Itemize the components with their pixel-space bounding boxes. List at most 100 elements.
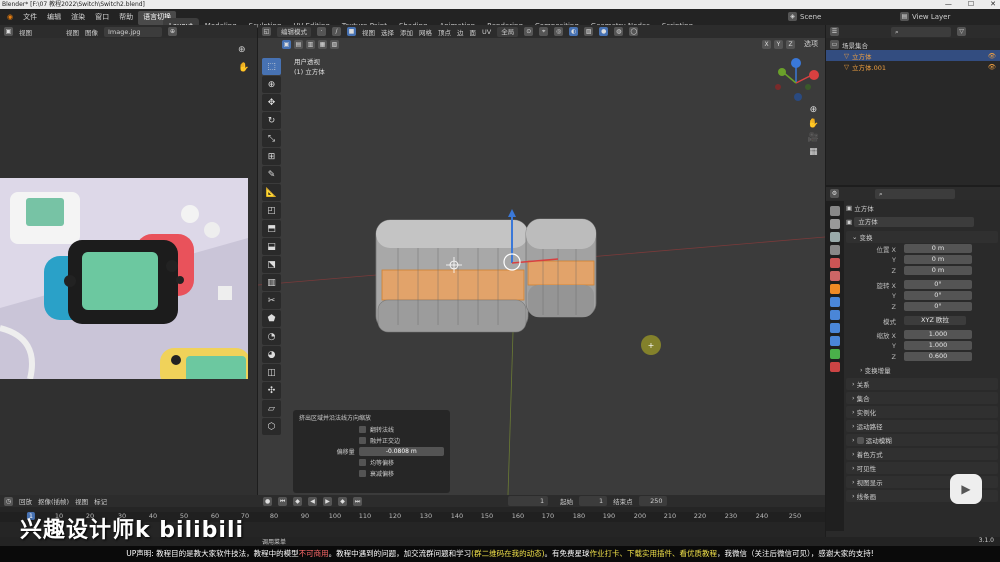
start-frame-field[interactable]: 1 <box>579 496 608 506</box>
rotation-mode-dropdown[interactable]: XYZ 欧拉 <box>904 316 966 325</box>
motion-paths-panel-header[interactable]: › 运动路径 <box>846 420 998 432</box>
scale-y-field[interactable]: 1.000 <box>904 341 972 350</box>
scene-tab-icon[interactable] <box>830 258 840 268</box>
physics-tab-icon[interactable] <box>830 323 840 333</box>
extend-selection-icon[interactable]: ▤ <box>294 39 303 49</box>
transform-panel-header[interactable]: ⌄ 变换 <box>846 231 998 243</box>
add-cube-tool-icon[interactable]: ◰ <box>262 202 281 219</box>
mirror-y-button[interactable]: Y <box>774 39 783 49</box>
location-z-field[interactable]: 0 m <box>904 266 972 275</box>
editor-type-icon[interactable]: ◷ <box>4 496 13 506</box>
rip-tool-icon[interactable]: ⬡ <box>262 418 281 435</box>
dissolve-checkbox[interactable] <box>359 437 366 444</box>
collections-panel-header[interactable]: › 集合 <box>846 392 998 404</box>
viewport-menu-edge[interactable]: 边 <box>457 27 464 37</box>
image-menu-image[interactable]: 图像 <box>85 27 98 37</box>
3d-viewport[interactable]: + ◱ 编辑模式 · / ■ 视图 选择 添加 网格 顶点 边 面 UV 全局 … <box>258 25 825 495</box>
hand-pan-icon[interactable]: ✋ <box>808 119 819 129</box>
edge-slide-tool-icon[interactable]: ◫ <box>262 364 281 381</box>
viewport-menu-face[interactable]: 面 <box>470 27 477 37</box>
xray-icon[interactable]: ▨ <box>584 27 594 36</box>
offset-falloff-option[interactable]: 衰减偏移 <box>359 468 444 479</box>
edge-select-icon[interactable]: / <box>332 27 341 36</box>
even-thickness-checkbox[interactable] <box>359 459 366 466</box>
relations-panel-header[interactable]: › 关系 <box>846 378 998 390</box>
blender-logo-icon[interactable]: ◉ <box>2 9 18 25</box>
knife-tool-icon[interactable]: ✂ <box>262 292 281 309</box>
viewport-menu-select[interactable]: 选择 <box>381 27 394 37</box>
scale-z-field[interactable]: 0.600 <box>904 352 972 361</box>
minimize-button[interactable]: — <box>945 0 952 9</box>
shading-solid-icon[interactable]: ● <box>599 27 609 36</box>
intersect-selection-icon[interactable]: ▧ <box>330 39 339 49</box>
menu-file[interactable]: 文件 <box>18 9 42 25</box>
camera-icon[interactable]: 🎥 <box>808 133 819 143</box>
close-button[interactable]: ✕ <box>990 0 996 9</box>
outliner-item-cube-001[interactable]: ▽ 立方体.001 👁 <box>826 61 1000 72</box>
editor-type-icon[interactable]: ▣ <box>4 27 13 36</box>
viewport-menu-add[interactable]: 添加 <box>400 27 413 37</box>
outliner-item-cube[interactable]: ▽ 立方体 👁 <box>826 50 1000 61</box>
viewport-menu-vertex[interactable]: 顶点 <box>438 27 451 37</box>
viewport-menu-uv[interactable]: UV <box>482 28 491 36</box>
editor-type-icon[interactable]: ⚙ <box>830 189 839 198</box>
rotate-tool-icon[interactable]: ↻ <box>262 112 281 129</box>
timeline-menu-marker[interactable]: 标记 <box>94 496 107 506</box>
zoom-icon[interactable]: ⊕ <box>238 45 246 55</box>
annotate-tool-icon[interactable]: ✎ <box>262 166 281 183</box>
viewport-menu-mesh[interactable]: 网格 <box>419 27 432 37</box>
tool-tab-icon[interactable] <box>830 206 840 216</box>
overlay-icon[interactable]: ◐ <box>569 27 579 36</box>
properties-search-input[interactable]: ⌕ <box>875 188 955 199</box>
jump-end-icon[interactable]: ⏭ <box>353 496 363 506</box>
timeline-menu-keying[interactable]: 抠像(插帧) <box>38 496 69 506</box>
scale-x-field[interactable]: 1.000 <box>904 330 972 339</box>
end-frame-field[interactable]: 250 <box>638 496 667 506</box>
render-tab-icon[interactable] <box>830 219 840 229</box>
maximize-button[interactable]: ☐ <box>968 0 974 9</box>
motion-blur-checkbox[interactable] <box>856 436 864 444</box>
image-menu-view2[interactable]: 视图 <box>66 27 79 37</box>
data-tab-icon[interactable] <box>830 349 840 359</box>
editor-type-icon[interactable]: ◱ <box>262 27 271 36</box>
vertex-select-icon[interactable]: · <box>317 27 326 36</box>
mode-selector[interactable]: 编辑模式 <box>277 26 311 37</box>
location-y-field[interactable]: 0 m <box>904 255 972 264</box>
offset-input[interactable]: -0.0808 m <box>358 447 444 456</box>
perspective-grid-icon[interactable]: ▦ <box>809 147 818 157</box>
bevel-tool-icon[interactable]: ⬔ <box>262 256 281 273</box>
visibility-panel-header[interactable]: › 可见性 <box>846 462 998 474</box>
zoom-icon[interactable]: ⊕ <box>810 105 818 115</box>
move-tool-icon[interactable]: ✥ <box>262 94 281 111</box>
hand-pan-icon[interactable]: ✋ <box>238 63 249 73</box>
object-tab-icon[interactable] <box>830 284 840 294</box>
next-key-icon[interactable]: ◆ <box>338 496 348 506</box>
shading-panel-header[interactable]: › 着色方式 <box>846 448 998 460</box>
filter-icon[interactable]: ▽ <box>957 27 966 36</box>
menu-window[interactable]: 窗口 <box>90 9 114 25</box>
flip-normals-option[interactable]: 翻转法线 <box>359 424 444 435</box>
menu-help[interactable]: 帮助 <box>114 9 138 25</box>
cursor-tool-icon[interactable]: ⊕ <box>262 76 281 93</box>
transform-orientation[interactable]: 全局 <box>497 26 519 37</box>
dissolve-option[interactable]: 融并正交边 <box>359 435 444 446</box>
image-menu-view[interactable]: 视图 <box>19 27 32 37</box>
transform-tool-icon[interactable]: ⊞ <box>262 148 281 165</box>
editor-type-icon[interactable]: ☰ <box>830 27 839 36</box>
spin-tool-icon[interactable]: ◔ <box>262 328 281 345</box>
shear-tool-icon[interactable]: ▱ <box>262 400 281 417</box>
invert-selection-icon[interactable]: ▦ <box>318 39 327 49</box>
menu-edit[interactable]: 编辑 <box>42 9 66 25</box>
timeline-menu-view[interactable]: 视图 <box>75 496 88 506</box>
pivot-icon[interactable]: ⊙ <box>524 27 534 36</box>
material-tab-icon[interactable] <box>830 362 840 372</box>
motion-blur-panel-header[interactable]: › 运动模糊 <box>846 434 998 446</box>
rotation-y-field[interactable]: 0° <box>904 291 972 300</box>
scene-collection-row[interactable]: ▭ 场景集合 <box>826 39 1000 50</box>
modifier-tab-icon[interactable] <box>830 297 840 307</box>
subtract-selection-icon[interactable]: ▥ <box>306 39 315 49</box>
play-reverse-icon[interactable]: ◀ <box>308 496 318 506</box>
options-dropdown[interactable]: 选项 <box>804 39 818 49</box>
delta-transform-header[interactable]: › 变换增量 <box>854 364 998 376</box>
loop-cut-tool-icon[interactable]: ▥ <box>262 274 281 291</box>
